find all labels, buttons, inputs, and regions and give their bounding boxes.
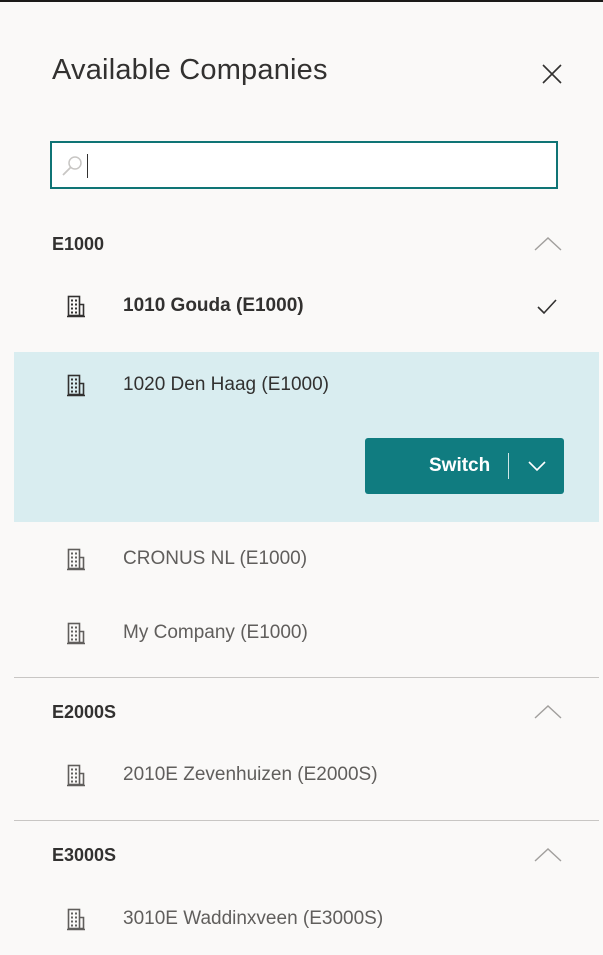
- available-companies-panel: Available Companies E1000 1010 Gouda (E1…: [0, 2, 603, 955]
- chevron-up-icon: [534, 237, 562, 251]
- company-label: 1010 Gouda (E1000): [123, 295, 304, 316]
- company-item-2010e-zevenhuizen[interactable]: 2010E Zevenhuizen (E2000S): [14, 742, 599, 806]
- company-label: CRONUS NL (E1000): [123, 548, 308, 569]
- chevron-up-icon: [534, 705, 562, 719]
- search-input[interactable]: [90, 151, 550, 179]
- split-separator: [508, 453, 509, 479]
- search-icon: [62, 156, 82, 176]
- company-item-3010e-waddinxveen[interactable]: 3010E Waddinxveen (E3000S): [14, 886, 599, 950]
- collapse-e2000s-button[interactable]: [531, 700, 565, 722]
- group-header-e3000s: E3000S: [52, 845, 117, 865]
- building-icon: [67, 548, 85, 571]
- switch-dropdown-button[interactable]: [511, 438, 564, 494]
- building-icon: [67, 295, 85, 318]
- switch-split-button: Switch: [365, 438, 564, 494]
- close-icon: [542, 64, 562, 84]
- collapse-e3000s-button[interactable]: [531, 843, 565, 865]
- company-label: 1020 Den Haag (E1000): [123, 374, 329, 395]
- close-button[interactable]: [536, 58, 568, 90]
- search-box[interactable]: [50, 141, 558, 189]
- switch-label: Switch: [429, 455, 491, 476]
- chevron-up-icon: [534, 848, 562, 862]
- company-label: 2010E Zevenhuizen (E2000S): [123, 764, 378, 785]
- building-icon: [67, 374, 85, 397]
- switch-button[interactable]: Switch: [365, 438, 505, 494]
- group-header-e1000: E1000: [52, 234, 105, 254]
- building-icon: [67, 622, 85, 645]
- building-icon: [67, 908, 85, 931]
- collapse-e1000-button[interactable]: [531, 232, 565, 254]
- company-label: 3010E Waddinxveen (E3000S): [123, 908, 384, 929]
- panel-title: Available Companies: [52, 54, 328, 86]
- group-divider: [14, 677, 599, 678]
- company-item-cronus-nl[interactable]: CRONUS NL (E1000): [14, 526, 599, 590]
- group-divider: [14, 820, 599, 821]
- text-cursor: [87, 154, 88, 178]
- company-item-my-company[interactable]: My Company (E1000): [14, 600, 599, 664]
- checkmark-icon: [537, 299, 557, 315]
- group-header-e2000s: E2000S: [52, 702, 117, 722]
- company-item-1010-gouda[interactable]: 1010 Gouda (E1000): [14, 273, 599, 337]
- company-item-1020-den-haag[interactable]: 1020 Den Haag (E1000): [14, 352, 599, 416]
- building-icon: [67, 764, 85, 787]
- chevron-down-icon: [528, 461, 546, 472]
- company-label: My Company (E1000): [123, 622, 308, 643]
